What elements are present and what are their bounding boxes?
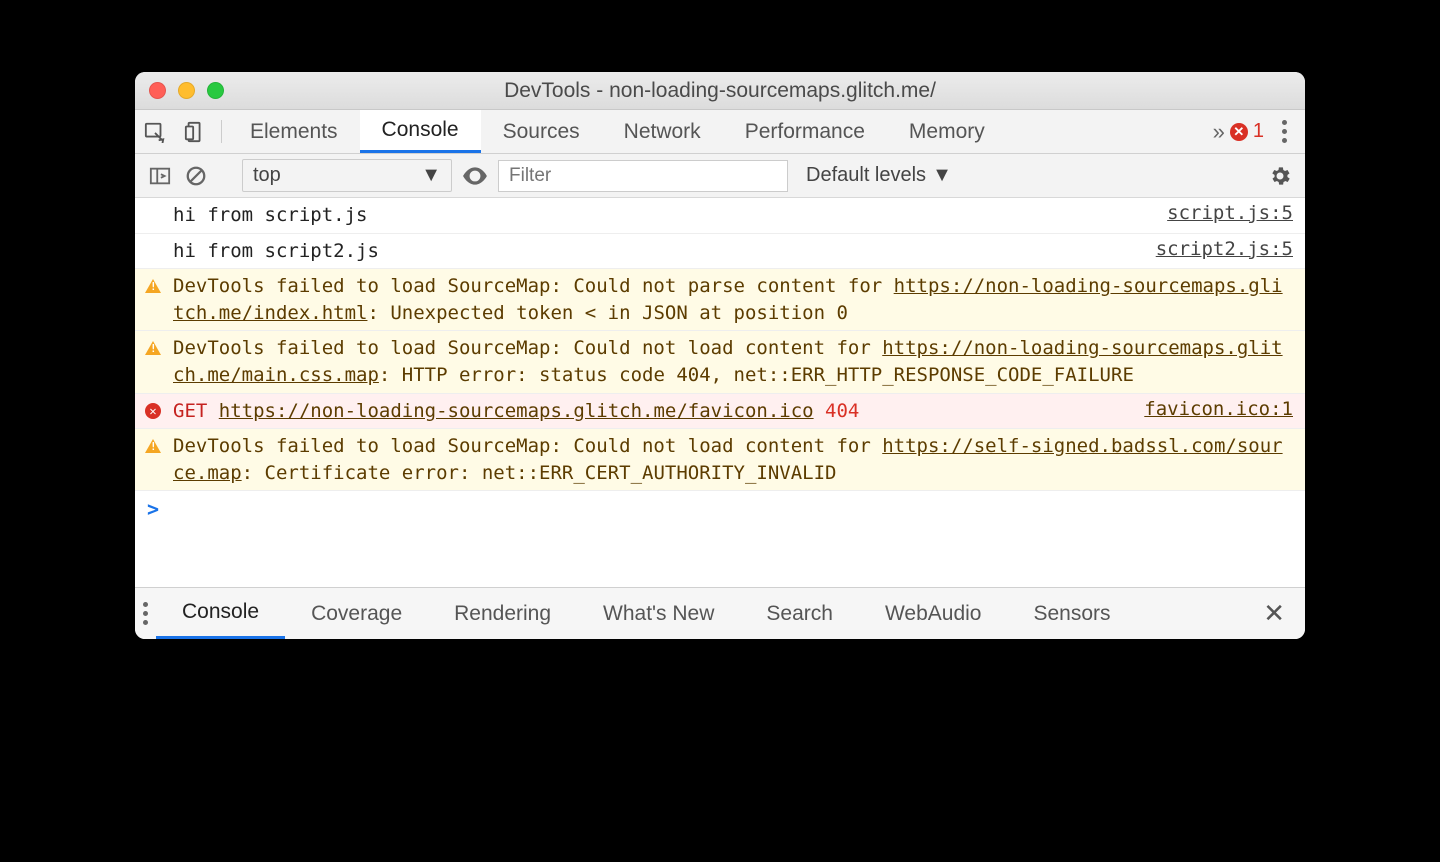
close-drawer-icon[interactable]: ✕ — [1243, 588, 1305, 639]
error-icon: ✕ — [1230, 123, 1248, 141]
main-menu-icon[interactable] — [1274, 120, 1295, 143]
error-count-badge[interactable]: ✕ 1 — [1230, 120, 1264, 143]
console-messages: hi from script.jsscript.js:5hi from scri… — [135, 198, 1305, 491]
console-message: DevTools failed to load SourceMap: Could… — [135, 331, 1305, 393]
drawer-tab-rendering[interactable]: Rendering — [428, 588, 577, 639]
error-count: 1 — [1253, 120, 1264, 143]
prompt-chevron-icon: > — [147, 497, 159, 521]
drawer-tab-coverage[interactable]: Coverage — [285, 588, 428, 639]
traffic-lights — [149, 82, 224, 99]
chevron-down-icon: ▼ — [421, 164, 441, 187]
spacer — [135, 527, 1305, 587]
error-icon: ✕ — [145, 400, 165, 419]
tab-performance[interactable]: Performance — [723, 110, 887, 153]
console-message: hi from script.js script.js:5 — [135, 198, 1305, 234]
more-tabs-icon[interactable]: » — [1213, 119, 1220, 145]
message-source-link[interactable]: favicon.ico:1 — [1144, 398, 1293, 420]
tab-console[interactable]: Console — [360, 110, 481, 153]
execution-context-selector[interactable]: top ▼ — [242, 159, 452, 192]
console-message: ✕ GET https://non-loading-sourcemaps.glit… — [135, 394, 1305, 430]
warning-icon — [145, 337, 165, 355]
devtools-window: DevTools - non-loading-sourcemaps.glitch… — [135, 72, 1305, 639]
zoom-window-button[interactable] — [207, 82, 224, 99]
message-url-link[interactable]: https://non-loading-sourcemaps.glitch.me… — [219, 400, 814, 422]
message-source-link[interactable]: script.js:5 — [1167, 202, 1293, 224]
message-body: DevTools failed to load SourceMap: Could… — [173, 433, 1293, 486]
tab-network[interactable]: Network — [602, 110, 723, 153]
drawer-tabs: ConsoleCoverageRenderingWhat's NewSearch… — [135, 587, 1305, 639]
main-tabs: ElementsConsoleSourcesNetworkPerformance… — [135, 110, 1305, 154]
message-body: GET https://non-loading-sourcemaps.glitc… — [173, 398, 1124, 425]
drawer-tab-webaudio[interactable]: WebAudio — [859, 588, 1008, 639]
warning-icon — [145, 435, 165, 453]
levels-label: Default levels — [806, 164, 926, 187]
clear-console-icon[interactable] — [183, 163, 209, 189]
console-settings-icon[interactable] — [1267, 163, 1293, 189]
drawer-menu-icon[interactable] — [135, 602, 156, 625]
message-body: hi from script2.js — [173, 238, 1136, 265]
log-levels-selector[interactable]: Default levels ▼ — [798, 164, 960, 187]
toggle-console-sidebar-icon[interactable] — [147, 163, 173, 189]
tab-memory[interactable]: Memory — [887, 110, 1007, 153]
tab-elements[interactable]: Elements — [228, 110, 360, 153]
window-title: DevTools - non-loading-sourcemaps.glitch… — [135, 79, 1305, 103]
console-message: hi from script2.js script2.js:5 — [135, 234, 1305, 270]
device-toolbar-icon[interactable] — [175, 110, 215, 153]
console-message: DevTools failed to load SourceMap: Could… — [135, 269, 1305, 331]
close-window-button[interactable] — [149, 82, 166, 99]
console-prompt[interactable]: > — [135, 491, 1305, 527]
context-label: top — [253, 164, 281, 187]
drawer-tab-sensors[interactable]: Sensors — [1007, 588, 1136, 639]
live-expression-icon[interactable] — [462, 163, 488, 189]
message-body: DevTools failed to load SourceMap: Could… — [173, 335, 1293, 388]
inspect-element-icon[interactable] — [135, 110, 175, 153]
tab-sources[interactable]: Sources — [481, 110, 602, 153]
warning-icon — [145, 275, 165, 293]
console-message: DevTools failed to load SourceMap: Could… — [135, 429, 1305, 491]
titlebar: DevTools - non-loading-sourcemaps.glitch… — [135, 72, 1305, 110]
message-source-link[interactable]: script2.js:5 — [1156, 238, 1293, 260]
minimize-window-button[interactable] — [178, 82, 195, 99]
console-toolbar: top ▼ Default levels ▼ — [135, 154, 1305, 198]
message-body: hi from script.js — [173, 202, 1147, 229]
divider — [221, 120, 222, 143]
chevron-down-icon: ▼ — [932, 164, 952, 187]
drawer-tab-search[interactable]: Search — [740, 588, 859, 639]
drawer-tab-console[interactable]: Console — [156, 588, 285, 639]
filter-input[interactable] — [498, 160, 788, 192]
drawer-tab-what-s-new[interactable]: What's New — [577, 588, 740, 639]
message-body: DevTools failed to load SourceMap: Could… — [173, 273, 1293, 326]
